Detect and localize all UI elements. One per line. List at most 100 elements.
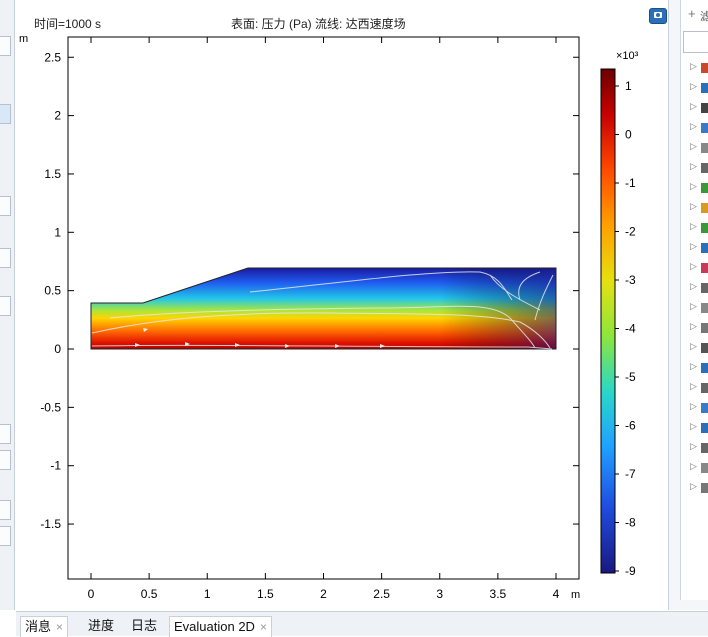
expand-icon[interactable]: ▷	[690, 141, 697, 152]
add-icon[interactable]: +	[688, 6, 696, 21]
tree-item[interactable]: ▷	[690, 401, 708, 415]
x-tick-label: 3	[436, 587, 443, 601]
tree-item[interactable]: ▷	[690, 121, 708, 135]
x-tick-label: 1.5	[257, 587, 274, 601]
tree-node-icon	[701, 303, 708, 313]
expand-icon[interactable]: ▷	[690, 241, 697, 252]
tree-node-icon	[701, 463, 708, 473]
expand-icon[interactable]: ▷	[690, 281, 697, 292]
expand-icon[interactable]: ▷	[690, 481, 697, 492]
tree-node-icon	[701, 423, 708, 433]
tree-item[interactable]: ▷	[690, 181, 708, 195]
expand-icon[interactable]: ▷	[690, 221, 697, 232]
expand-icon[interactable]: ▷	[690, 341, 697, 352]
x-tick-label: 4	[553, 587, 560, 601]
tree-item[interactable]: ▷	[690, 141, 708, 155]
expand-icon[interactable]: ▷	[690, 101, 697, 112]
expand-icon[interactable]: ▷	[690, 261, 697, 272]
expand-icon[interactable]: ▷	[690, 161, 697, 172]
tab-evaluation-2d[interactable]: Evaluation 2D ×	[169, 616, 272, 637]
colorbar-tick-label: -7	[625, 467, 636, 481]
tree-node-icon	[701, 143, 708, 153]
left-panel-button[interactable]	[0, 424, 11, 444]
tree-item[interactable]: ▷	[690, 101, 708, 115]
y-tick-label: 2.5	[44, 50, 61, 64]
colorbar	[600, 68, 616, 574]
expand-icon[interactable]: ▷	[690, 441, 697, 452]
tree-item[interactable]: ▷	[690, 261, 708, 275]
tree-item[interactable]: ▷	[690, 481, 708, 495]
tab-log[interactable]: 日志	[127, 616, 161, 636]
expand-icon[interactable]: ▷	[690, 181, 697, 192]
expand-icon[interactable]: ▷	[690, 81, 697, 92]
tree-item[interactable]: ▷	[690, 461, 708, 475]
right-panel-search-input[interactable]	[683, 31, 708, 53]
tree-node-icon	[701, 63, 708, 73]
y-axis-unit: m	[19, 33, 28, 45]
left-panel-button[interactable]	[0, 526, 11, 546]
plot-canvas[interactable]: 0 0.5 1 1.5 2 2.5 3 3.5 4 2.5 2 1.5 1 0.5 0 -0.5 -1 -1.5…	[16, 0, 668, 608]
tree-item[interactable]: ▷	[690, 221, 708, 235]
tree-item[interactable]: ▷	[690, 61, 708, 75]
tree-item[interactable]: ▷	[690, 301, 708, 315]
expand-icon[interactable]: ▷	[690, 301, 697, 312]
expand-icon[interactable]: ▷	[690, 381, 697, 392]
tree-item[interactable]: ▷	[690, 161, 708, 175]
expand-icon[interactable]: ▷	[690, 421, 697, 432]
y-tick-label: -1.5	[40, 517, 61, 531]
expand-icon[interactable]: ▷	[690, 401, 697, 412]
tree-node-icon	[701, 443, 708, 453]
x-tick-label: 1	[204, 587, 211, 601]
tree-node-icon	[701, 283, 708, 293]
left-panel-button[interactable]	[0, 450, 11, 470]
tree-node-icon	[701, 243, 708, 253]
colorbar-ticks: 1 0 -1 -2 -3 -4 -5 -6 -7 -8 -9	[615, 79, 636, 578]
tree-item[interactable]: ▷	[690, 81, 708, 95]
close-icon[interactable]: ×	[260, 620, 267, 634]
tab-label: 进度	[88, 618, 115, 633]
left-panel-button[interactable]	[0, 500, 11, 520]
x-tick-label: 2.5	[373, 587, 390, 601]
right-panel-label: 滤	[700, 11, 708, 23]
left-panel-button[interactable]	[0, 36, 11, 56]
expand-icon[interactable]: ▷	[690, 321, 697, 332]
tree-node-icon	[701, 163, 708, 173]
close-icon[interactable]: ×	[56, 620, 63, 634]
tab-label: 消息	[25, 619, 52, 634]
x-tick-label: 2	[320, 587, 327, 601]
left-panel-button[interactable]	[0, 196, 11, 216]
expand-icon[interactable]: ▷	[690, 361, 697, 372]
tab-progress[interactable]: 进度	[84, 616, 118, 636]
y-tick-label: 1	[54, 225, 61, 239]
image-snapshot-icon[interactable]	[649, 8, 667, 24]
tree-item[interactable]: ▷	[690, 381, 708, 395]
tree-node-icon	[701, 223, 708, 233]
left-panel-button[interactable]	[0, 104, 11, 124]
expand-icon[interactable]: ▷	[690, 61, 697, 72]
tab-messages[interactable]: 消息 ×	[20, 616, 69, 637]
expand-icon[interactable]: ▷	[690, 121, 697, 132]
tree-item[interactable]: ▷	[690, 341, 708, 355]
graphics-window[interactable]: 0 0.5 1 1.5 2 2.5 3 3.5 4 2.5 2 1.5 1 0.5 0 -0.5 -1 -1.5…	[16, 0, 668, 608]
tree-node-icon	[701, 323, 708, 333]
tree-item[interactable]: ▷	[690, 361, 708, 375]
tree-item[interactable]: ▷	[690, 321, 708, 335]
tree-item[interactable]: ▷	[690, 241, 708, 255]
tree-node-icon	[701, 183, 708, 193]
colorbar-tick-label: -4	[625, 322, 636, 336]
tree-node-icon	[701, 203, 708, 213]
bottom-tab-bar: 消息 × 进度 日志 Evaluation 2D ×	[16, 611, 708, 637]
tree-node-icon	[701, 403, 708, 413]
left-panel-button[interactable]	[0, 248, 11, 268]
y-tick-label: -1	[50, 459, 61, 473]
tree-item[interactable]: ▷	[690, 201, 708, 215]
tree-item[interactable]: ▷	[690, 421, 708, 435]
left-panel-strip	[0, 0, 15, 610]
expand-icon[interactable]: ▷	[690, 201, 697, 212]
tree-item[interactable]: ▷	[690, 281, 708, 295]
left-panel-button[interactable]	[0, 296, 11, 316]
colorbar-tick-label: -3	[625, 273, 636, 287]
colorbar-tick-label: -1	[625, 176, 636, 190]
expand-icon[interactable]: ▷	[690, 461, 697, 472]
tree-item[interactable]: ▷	[690, 441, 708, 455]
